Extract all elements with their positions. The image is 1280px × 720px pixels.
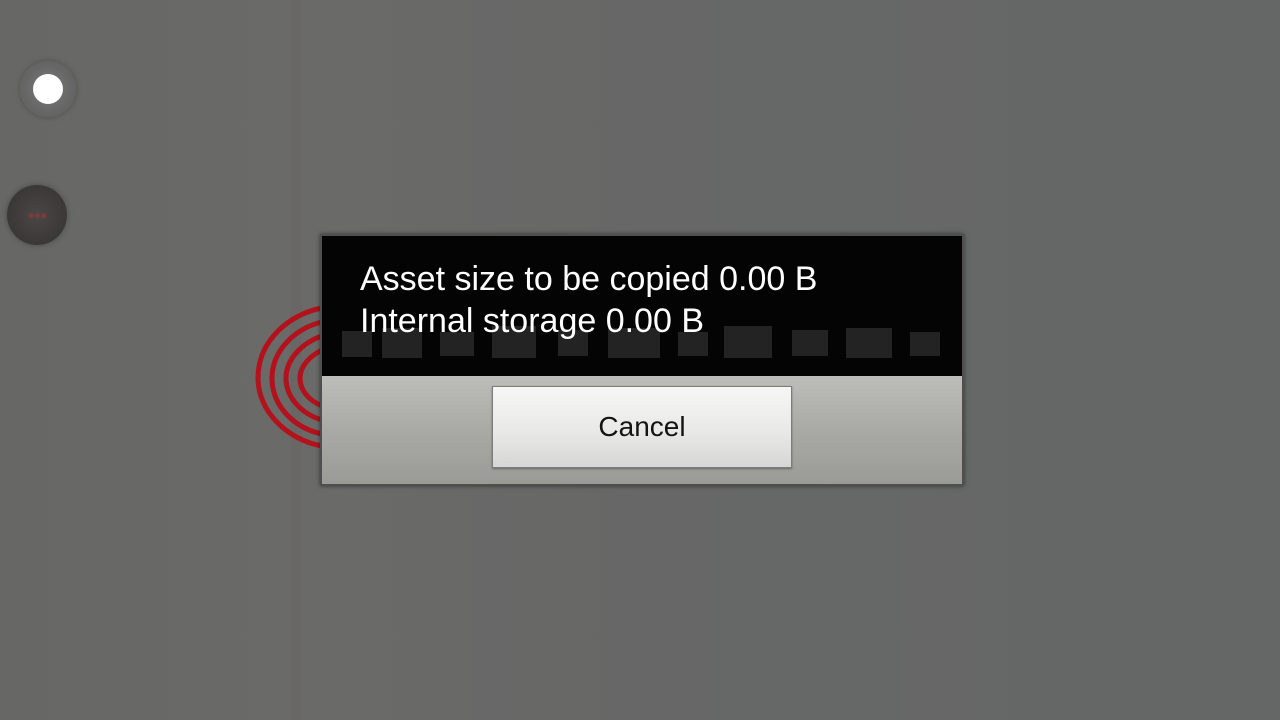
internal-storage-message: Internal storage 0.00 B <box>360 302 705 340</box>
copy-assets-dialog: Asset size to be copied 0.00 B Internal … <box>320 234 964 486</box>
dialog-button-bar: Cancel <box>322 376 962 484</box>
dialog-message-area: Asset size to be copied 0.00 B Internal … <box>322 236 962 376</box>
stop-indicator-button[interactable]: ●●● <box>7 185 67 245</box>
record-indicator-icon <box>33 74 63 104</box>
asset-size-message: Asset size to be copied 0.00 B <box>360 260 818 298</box>
record-indicator-button[interactable] <box>20 61 76 117</box>
app-screen: ●●● Asset size to be copied 0.00 B Inter… <box>0 0 1280 720</box>
stop-indicator-icon: ●●● <box>27 208 48 222</box>
cancel-button[interactable]: Cancel <box>492 386 792 468</box>
fingerprint-icon <box>255 305 324 449</box>
